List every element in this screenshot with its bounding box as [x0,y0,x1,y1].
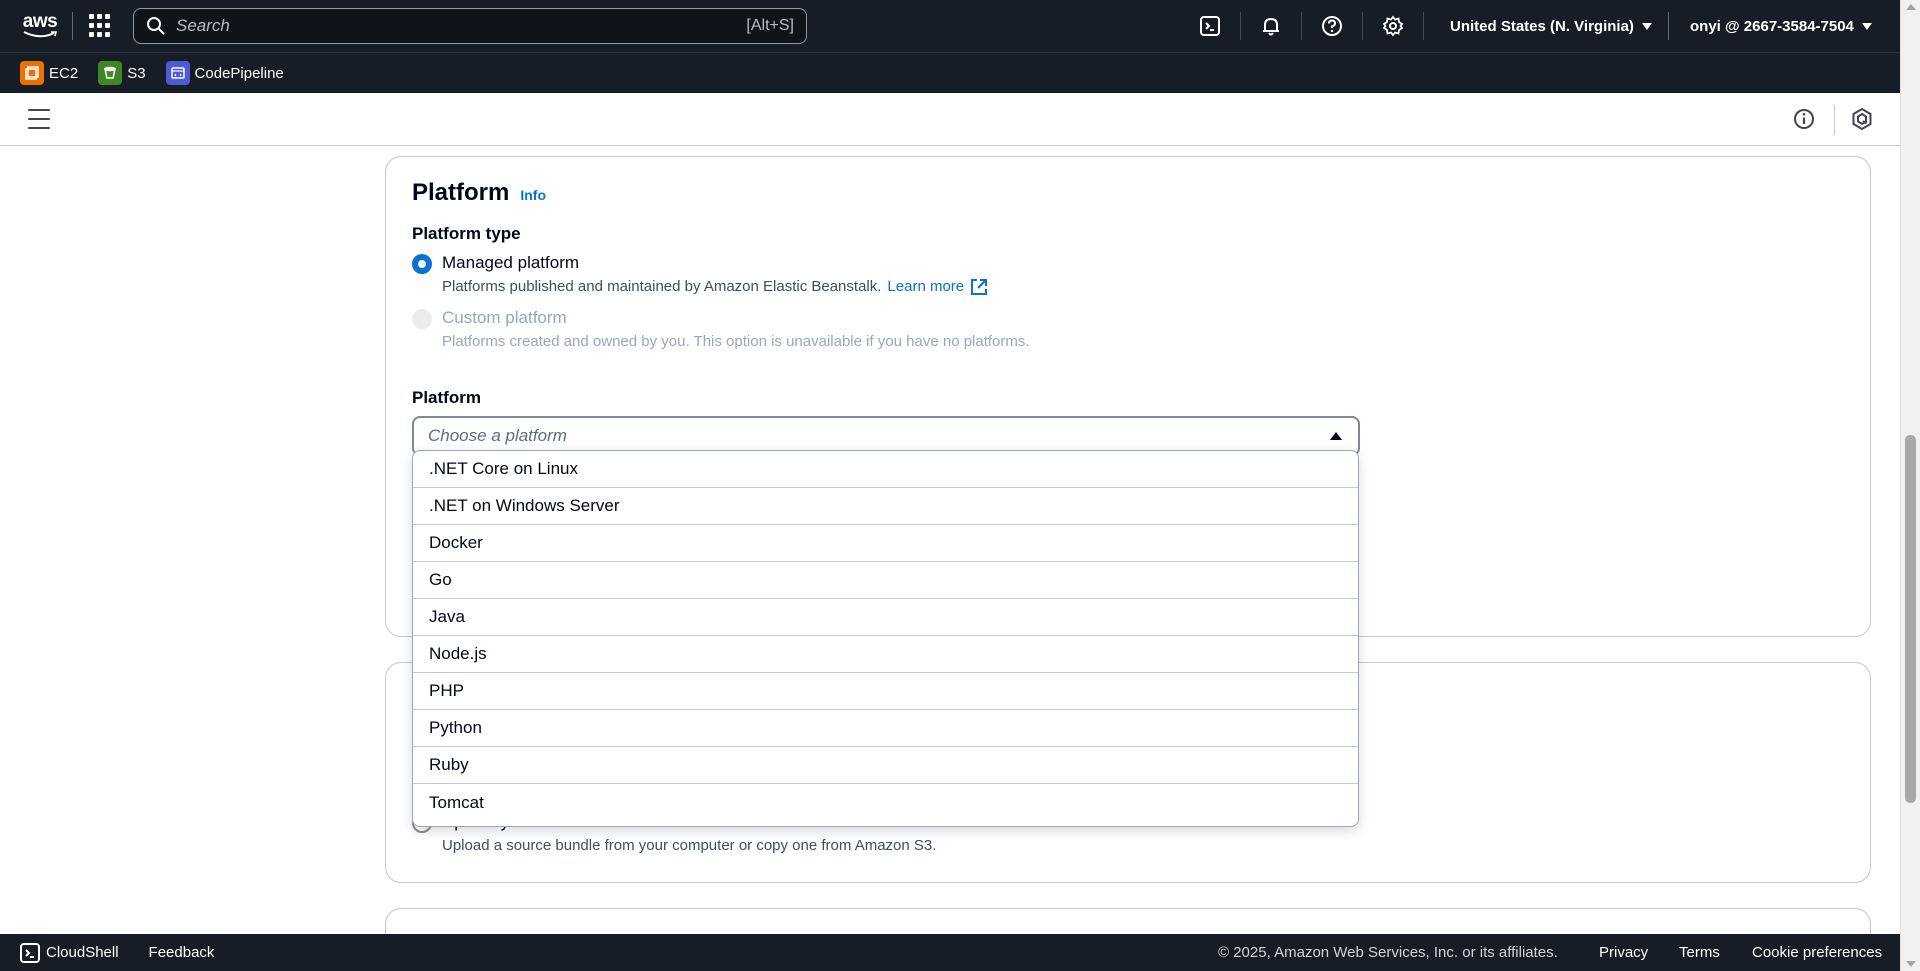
app-toolbar [0,93,1900,146]
codepipeline-service-icon [165,61,190,85]
option-php[interactable]: PHP [413,673,1358,710]
favorite-label: S3 [127,64,146,82]
learn-more-link[interactable]: Learn more [887,276,988,298]
radio-managed-platform[interactable]: Managed platform Platforms published and… [412,252,988,298]
cloudshell-button[interactable]: CloudShell [20,942,119,963]
menu-icon[interactable] [28,109,50,129]
radio-button-checked[interactable] [412,254,432,274]
nav-divider [1240,12,1241,40]
platform-type-label: Platform type [412,224,521,243]
radio-label: Custom platform [442,308,567,327]
aws-logo[interactable]: aws [20,11,60,41]
option-java[interactable]: Java [413,599,1358,636]
region-label: United States (N. Virginia) [1450,17,1634,35]
top-navigation: aws Search [Alt+S] United States (N. Vir… [0,0,1900,52]
option-tomcat[interactable]: Tomcat [413,784,1358,821]
account-menu[interactable]: onyi @ 2667-3584-7504 [1690,0,1872,52]
radio-label: Managed platform [442,253,580,272]
caret-up-icon [1330,432,1342,440]
platform-options-dropdown: .NET Core on Linux .NET on Windows Serve… [412,450,1359,827]
aws-smile-icon [23,31,57,38]
option-dotnet-windows[interactable]: .NET on Windows Server [413,488,1358,525]
info-panel-icon[interactable] [1792,107,1816,136]
bell-icon[interactable] [1257,12,1285,40]
radio-description: Upload a source bundle from your compute… [442,837,937,854]
scroll-up-arrow-icon[interactable] [1906,4,1916,10]
region-selector[interactable]: United States (N. Virginia) [1450,0,1652,52]
favorite-codepipeline[interactable]: CodePipeline [165,61,284,85]
scrollbar-thumb[interactable] [1905,435,1916,803]
favorite-s3[interactable]: S3 [98,61,146,85]
caret-down-icon [1861,22,1872,30]
amazon-q-icon[interactable] [1850,107,1874,136]
cloudshell-label: CloudShell [46,944,119,961]
privacy-link[interactable]: Privacy [1599,944,1648,961]
nav-divider [1423,12,1424,40]
settings-icon[interactable] [1379,12,1407,40]
search-icon [147,17,165,35]
caret-down-icon [1641,22,1652,30]
nav-divider [1362,12,1363,40]
platform-header: Platform Info [412,179,546,207]
cloudshell-icon [20,942,40,963]
nav-divider [1301,12,1302,40]
radio-button-disabled [412,309,432,329]
option-ruby[interactable]: Ruby [413,747,1358,784]
nav-divider [72,12,73,40]
copyright-text: © 2025, Amazon Web Services, Inc. or its… [1218,944,1558,961]
next-section-container [385,908,1871,934]
radio-managed-text: Managed platform Platforms published and… [442,252,988,298]
aws-logo-text: aws [22,11,58,32]
option-go[interactable]: Go [413,562,1358,599]
search-placeholder: Search [176,16,230,35]
option-nodejs[interactable]: Node.js [413,636,1358,673]
option-dotnet-core-linux[interactable]: .NET Core on Linux [413,451,1358,488]
account-label: onyi @ 2667-3584-7504 [1690,17,1854,35]
option-python[interactable]: Python [413,710,1358,747]
radio-description: Platforms published and maintained by Am… [442,276,988,298]
radio-custom-platform: Custom platform Platforms created and ow… [412,307,1030,353]
help-icon[interactable] [1318,12,1346,40]
cookie-preferences-link[interactable]: Cookie preferences [1752,944,1882,961]
favorites-bar: EC2 S3 CodePipeline [0,52,1900,93]
terms-link[interactable]: Terms [1679,944,1720,961]
nav-utility-icons [1196,12,1440,40]
favorite-label: EC2 [49,64,79,82]
info-link[interactable]: Info [520,187,546,203]
feedback-link[interactable]: Feedback [149,944,215,961]
page-scrollbar[interactable] [1900,0,1920,971]
learn-more-label: Learn more [887,278,965,295]
section-title: Platform [412,179,510,206]
favorite-ec2[interactable]: EC2 [20,61,78,85]
toolbar-divider [1834,105,1835,135]
search-shortcut: [Alt+S] [746,17,794,34]
console-footer: CloudShell Feedback © 2025, Amazon Web S… [0,934,1900,971]
select-placeholder: Choose a platform [428,426,567,445]
ec2-service-icon [20,61,44,85]
option-docker[interactable]: Docker [413,525,1358,562]
platform-label: Platform [412,388,481,407]
s3-service-icon [98,61,123,85]
services-grid-icon[interactable] [89,14,113,38]
radio-custom-text: Custom platform Platforms created and ow… [442,307,1030,353]
scroll-down-arrow-icon[interactable] [1906,961,1916,967]
radio-description: Platforms created and owned by you. This… [442,333,1030,350]
nav-divider [1668,12,1669,40]
external-link-icon [971,279,988,295]
managed-description: Platforms published and maintained by Am… [442,278,882,295]
search-bar[interactable]: Search [Alt+S] [133,8,807,44]
favorite-label: CodePipeline [194,64,284,82]
cloudshell-icon[interactable] [1196,12,1224,40]
